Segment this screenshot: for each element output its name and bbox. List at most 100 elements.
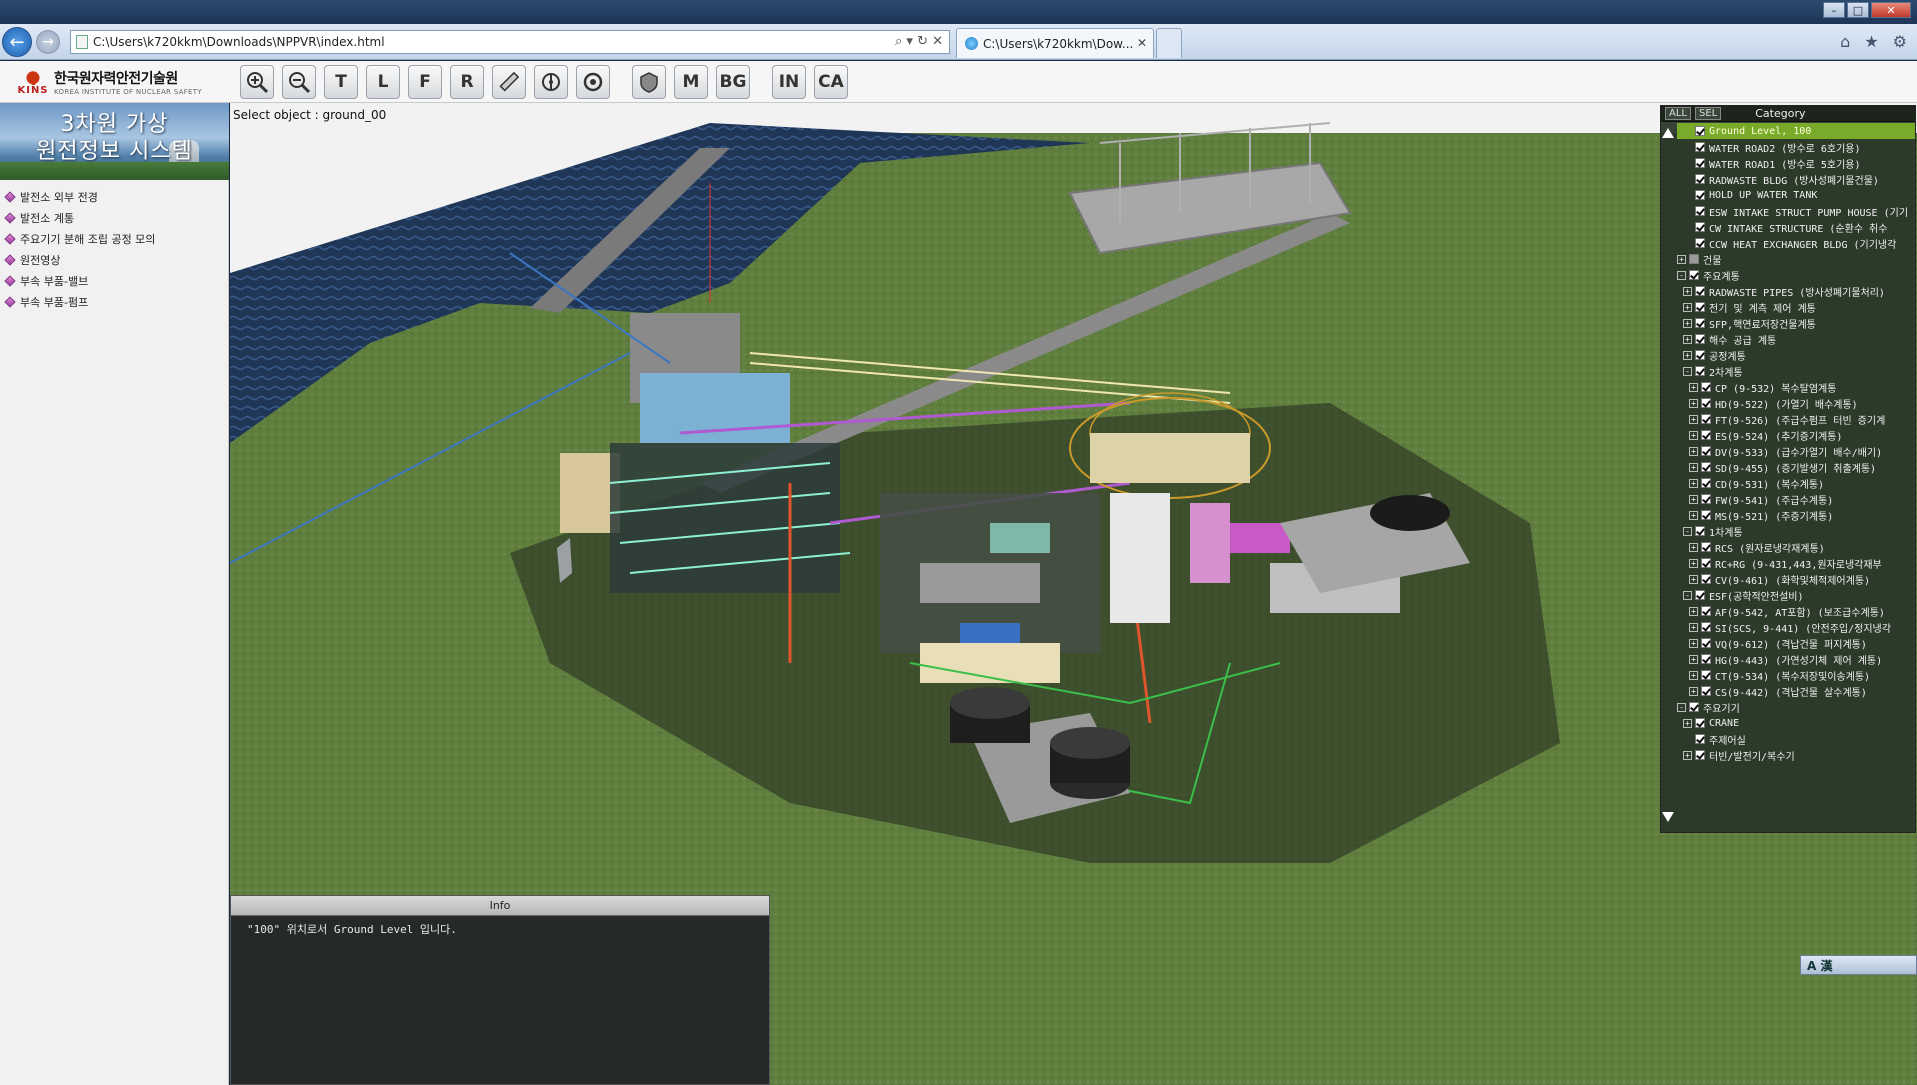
category-checkbox[interactable] — [1689, 702, 1699, 712]
expand-icon[interactable]: + — [1689, 414, 1698, 424]
scroll-up-icon[interactable] — [1662, 128, 1674, 138]
expand-icon[interactable]: + — [1677, 254, 1686, 264]
forward-button[interactable]: → — [36, 30, 60, 54]
reset-button[interactable] — [576, 65, 610, 99]
category-checkbox[interactable] — [1701, 510, 1711, 520]
category-row[interactable]: 주제어실 — [1677, 731, 1915, 747]
category-checkbox[interactable] — [1701, 670, 1711, 680]
expand-icon[interactable]: + — [1683, 718, 1692, 728]
category-checkbox[interactable] — [1701, 414, 1711, 424]
expand-icon[interactable]: + — [1683, 750, 1692, 760]
category-row[interactable]: + 해수 공급 계통 — [1677, 331, 1915, 347]
category-row[interactable]: HOLD UP WATER TANK — [1677, 187, 1915, 203]
collapse-icon[interactable]: - — [1683, 366, 1692, 376]
category-row[interactable]: + AF(9-542, AT포함) (보조급수계통) — [1677, 603, 1915, 619]
zoom-out-button[interactable] — [282, 65, 316, 99]
sidebar-item-parts-valve[interactable]: 부속 부품-밸브 — [0, 270, 228, 291]
category-row[interactable]: CW INTAKE STRUCTURE (순환수 취수 — [1677, 219, 1915, 235]
sidebar-item-plant-video[interactable]: 원전영상 — [0, 249, 228, 270]
category-row[interactable]: + CV(9-461) (화학및체적제어계통) — [1677, 571, 1915, 587]
expand-icon[interactable]: + — [1689, 606, 1698, 616]
category-checkbox[interactable] — [1695, 718, 1705, 728]
expand-icon[interactable]: + — [1689, 558, 1698, 568]
3d-viewport[interactable]: Select object : ground_00 Info "100" 위치로… — [230, 103, 1917, 1085]
category-checkbox[interactable] — [1701, 494, 1711, 504]
category-row[interactable]: RADWASTE BLDG (방사성폐기물건물) — [1677, 171, 1915, 187]
category-row[interactable]: + HG(9-443) (가연성기체 제어 계통) — [1677, 651, 1915, 667]
category-checkbox[interactable] — [1701, 622, 1711, 632]
category-row[interactable]: + RC+RG (9-431,443,원자로냉각재부 — [1677, 555, 1915, 571]
category-row[interactable]: WATER ROAD2 (방수로 6호기용) — [1677, 139, 1915, 155]
expand-icon[interactable]: + — [1683, 302, 1692, 312]
tab-close-icon[interactable]: ✕ — [1137, 36, 1147, 50]
measure-button[interactable] — [492, 65, 526, 99]
category-row[interactable]: + RCS (원자로냉각재계통) — [1677, 539, 1915, 555]
new-tab-button[interactable] — [1156, 28, 1182, 58]
category-checkbox[interactable] — [1701, 430, 1711, 440]
expand-icon[interactable]: + — [1689, 430, 1698, 440]
category-row[interactable]: - 2차계통 — [1677, 363, 1915, 379]
expand-icon[interactable]: + — [1689, 686, 1698, 696]
expand-icon[interactable]: + — [1689, 542, 1698, 552]
category-checkbox[interactable] — [1695, 158, 1705, 168]
favorites-icon[interactable]: ★ — [1864, 32, 1878, 51]
category-row[interactable]: + 건물 — [1677, 251, 1915, 267]
category-checkbox[interactable] — [1695, 206, 1705, 216]
category-row[interactable]: + CRANE — [1677, 715, 1915, 731]
category-row[interactable]: - ESF(공학적안전설비) — [1677, 587, 1915, 603]
category-checkbox[interactable] — [1701, 382, 1711, 392]
category-checkbox[interactable] — [1695, 238, 1705, 248]
minimize-button[interactable]: – — [1823, 2, 1845, 18]
front-view-button[interactable]: F — [408, 65, 442, 99]
ime-toolbar[interactable]: A 漢 — [1800, 955, 1917, 975]
category-checkbox[interactable] — [1701, 558, 1711, 568]
category-checkbox[interactable] — [1695, 350, 1705, 360]
scroll-down-icon[interactable] — [1662, 812, 1674, 822]
expand-icon[interactable]: + — [1689, 510, 1698, 520]
background-button[interactable]: BG — [716, 65, 750, 99]
browser-tab[interactable]: C:\Users\k720kkm\Dow... ✕ — [956, 28, 1154, 58]
expand-icon[interactable]: + — [1689, 574, 1698, 584]
category-checkbox[interactable] — [1701, 574, 1711, 584]
category-row[interactable]: + FW(9-541) (주급수계통) — [1677, 491, 1915, 507]
section-button[interactable] — [534, 65, 568, 99]
category-row[interactable]: + VQ(9-612) (격납건물 퍼지계통) — [1677, 635, 1915, 651]
zoom-in-button[interactable] — [240, 65, 274, 99]
category-row[interactable]: + 공정계통 — [1677, 347, 1915, 363]
category-checkbox[interactable] — [1701, 638, 1711, 648]
sidebar-item-plant-systems[interactable]: 발전소 계통 — [0, 207, 228, 228]
expand-icon[interactable]: + — [1689, 462, 1698, 472]
category-checkbox[interactable] — [1701, 398, 1711, 408]
category-checkbox[interactable] — [1701, 478, 1711, 488]
category-row[interactable]: + CT(9-534) (복수저장및이송계통) — [1677, 667, 1915, 683]
category-row[interactable]: + ES(9-524) (추기증기계통) — [1677, 427, 1915, 443]
category-checkbox[interactable] — [1695, 590, 1705, 600]
category-row[interactable]: + SFP,핵연료저장건물계통 — [1677, 315, 1915, 331]
category-row[interactable]: Ground Level, 100 — [1677, 123, 1915, 139]
category-row[interactable]: + FT(9-526) (주급수펌프 터빈 증기계 — [1677, 411, 1915, 427]
category-row[interactable]: + 터빈/발전기/복수기 — [1677, 747, 1915, 763]
category-checkbox[interactable] — [1701, 446, 1711, 456]
address-actions[interactable]: ⌕ ▾ ↻ ✕ — [895, 34, 943, 49]
category-row[interactable]: + MS(9-521) (주증기계통) — [1677, 507, 1915, 523]
left-view-button[interactable]: L — [366, 65, 400, 99]
category-row[interactable]: + 전기 및 계측 제어 계통 — [1677, 299, 1915, 315]
category-row[interactable]: + CS(9-442) (격납건물 살수계통) — [1677, 683, 1915, 699]
back-button[interactable]: ← — [2, 27, 32, 57]
address-bar[interactable]: C:\Users\k720kkm\Downloads\NPPVR\index.h… — [70, 30, 950, 54]
category-checkbox[interactable] — [1701, 686, 1711, 696]
category-checkbox[interactable] — [1701, 542, 1711, 552]
gear-icon[interactable]: ⚙ — [1893, 32, 1907, 51]
expand-icon[interactable]: + — [1683, 334, 1692, 344]
right-view-button[interactable]: R — [450, 65, 484, 99]
category-row[interactable]: + DV(9-533) (급수가열기 배수/배기) — [1677, 443, 1915, 459]
expand-icon[interactable]: + — [1689, 654, 1698, 664]
category-row[interactable]: - 주요계통 — [1677, 267, 1915, 283]
category-checkbox[interactable] — [1695, 734, 1705, 744]
shield-button[interactable] — [632, 65, 666, 99]
expand-icon[interactable]: + — [1683, 350, 1692, 360]
category-checkbox[interactable] — [1701, 654, 1711, 664]
select-selected-button[interactable]: SEL — [1694, 107, 1722, 120]
category-row[interactable]: - 1차계통 — [1677, 523, 1915, 539]
inside-button[interactable]: IN — [772, 65, 806, 99]
